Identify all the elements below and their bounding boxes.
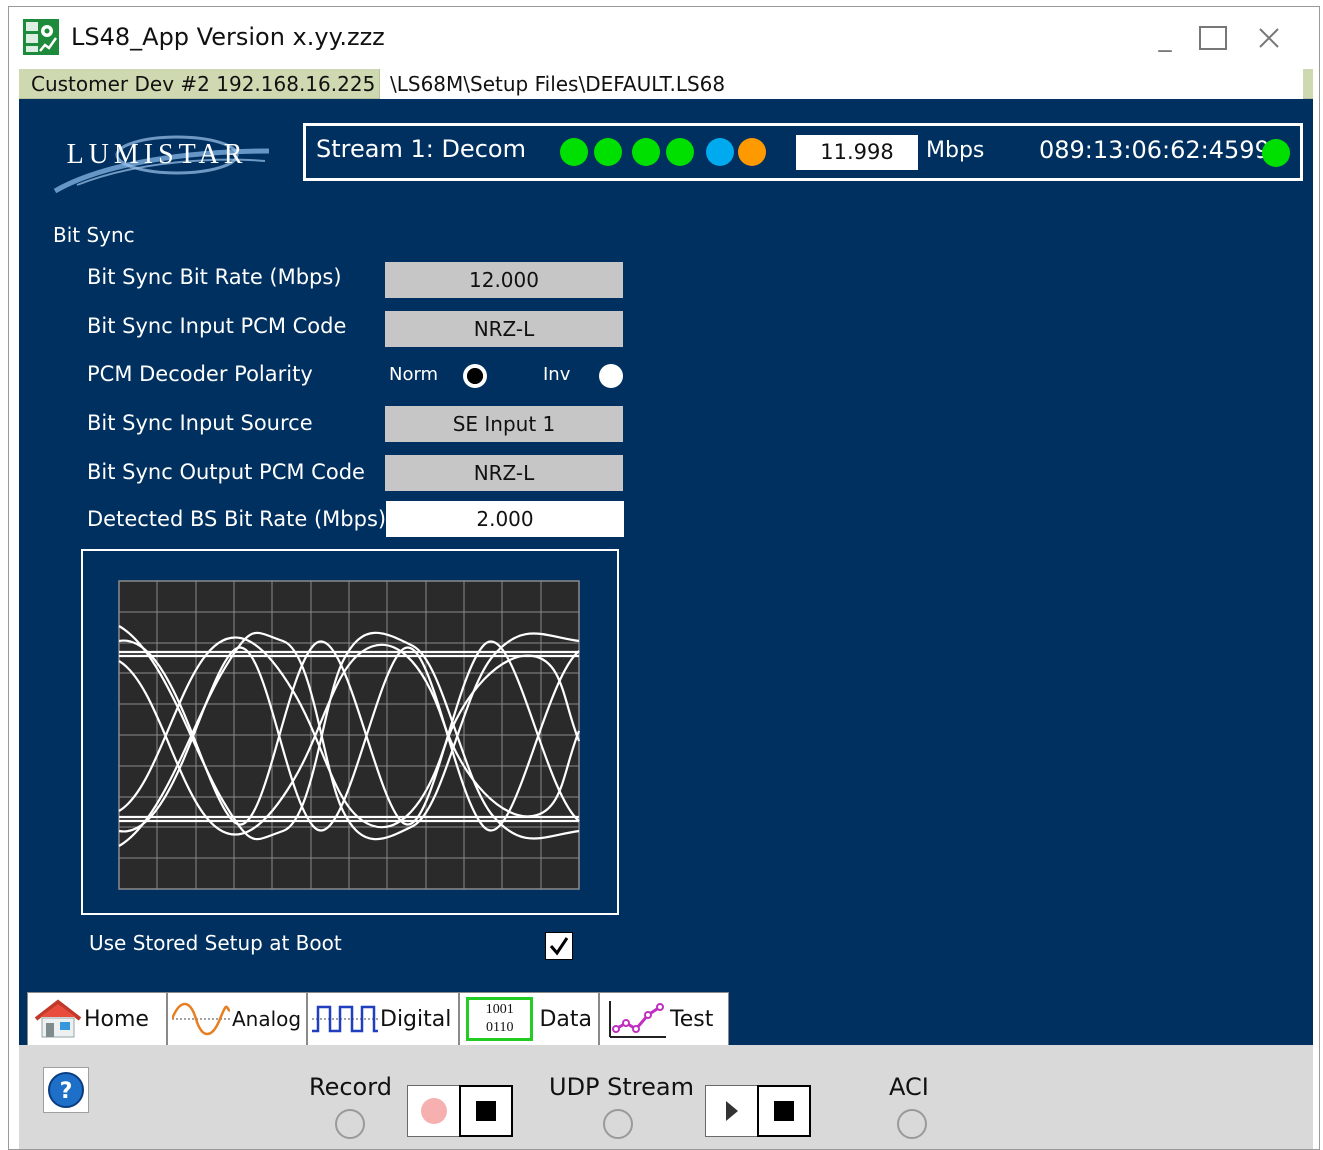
minimize-button[interactable]: _ — [1145, 21, 1185, 55]
time-status-led — [1262, 139, 1290, 167]
setup-file-path[interactable]: \LS68M\Setup Files\DEFAULT.LS68 — [379, 69, 1303, 99]
status-led — [666, 138, 694, 166]
aci-label: ACI — [889, 1073, 929, 1101]
close-button[interactable] — [1249, 21, 1289, 55]
minimize-icon: _ — [1158, 23, 1172, 53]
tab-home[interactable]: Home — [27, 992, 167, 1046]
udp-status-indicator — [603, 1109, 633, 1139]
app-window: LS48_App Version x.yy.zzz _ Customer Dev… — [8, 6, 1320, 1150]
tab-test[interactable]: Test — [599, 992, 729, 1046]
binary-data-icon-top: 1001 — [485, 1002, 514, 1017]
aci-status-indicator — [897, 1109, 927, 1139]
polarity-inv-label: Inv — [543, 364, 571, 385]
window-title: LS48_App Version x.yy.zzz — [71, 23, 385, 51]
status-led — [560, 138, 588, 166]
input-pcm-code-select[interactable]: NRZ-L — [385, 311, 623, 347]
time-readout: 089:13:06:62:45992 — [1039, 136, 1286, 164]
tab-digital[interactable]: Digital — [307, 992, 459, 1046]
help-glyph: ? — [60, 1079, 73, 1104]
udp-stop-button[interactable] — [757, 1085, 811, 1137]
status-led — [632, 138, 660, 166]
maximize-icon — [1199, 26, 1227, 50]
rate-unit-label: Mbps — [926, 138, 985, 163]
section-title: Bit Sync — [53, 223, 135, 247]
tab-test-label: Test — [670, 1006, 714, 1032]
control-bar: ? Record UDP Stream ACI — [19, 1045, 1313, 1149]
square-wave-icon — [312, 1005, 378, 1033]
status-led — [738, 138, 766, 166]
polarity-label: PCM Decoder Polarity — [87, 362, 313, 386]
help-icon: ? — [48, 1072, 84, 1108]
input-source-select[interactable]: SE Input 1 — [385, 406, 623, 442]
device-path-bar: Customer Dev #2 192.168.16.225 \LS68M\Se… — [19, 69, 1313, 99]
udp-play-button[interactable] — [705, 1085, 759, 1137]
detected-bit-rate-label: Detected BS Bit Rate (Mbps) — [87, 507, 387, 531]
line-chart-icon — [609, 1001, 666, 1038]
tab-home-label: Home — [84, 1006, 149, 1032]
input-source-label: Bit Sync Input Source — [87, 411, 313, 435]
maximize-button[interactable] — [1193, 21, 1233, 55]
app-icon — [23, 19, 59, 55]
polarity-norm-radio[interactable] — [463, 364, 487, 388]
input-pcm-code-label: Bit Sync Input PCM Code — [87, 314, 347, 338]
eye-pattern-scope — [118, 580, 581, 890]
bit-rate-label: Bit Sync Bit Rate (Mbps) — [87, 265, 342, 289]
binary-data-icon: 1001 0110 — [466, 997, 534, 1041]
detected-bit-rate-readout: 2.000 — [386, 501, 624, 537]
stream-status-box: Stream 1: Decom 11.998 Mbps 089:13:06:62… — [303, 123, 1303, 181]
setup-file-path-text: \LS68M\Setup Files\DEFAULT.LS68 — [390, 72, 726, 96]
bit-rate-field[interactable]: 12.000 — [385, 262, 623, 298]
lumistar-logo: LUMISTAR — [53, 135, 270, 193]
eye-pattern-display — [81, 549, 619, 915]
record-status-indicator — [335, 1109, 365, 1139]
tab-data-label: Data — [539, 1006, 592, 1032]
stop-icon — [476, 1101, 496, 1121]
tab-digital-label: Digital — [380, 1006, 452, 1032]
main-panel: LUMISTAR Stream 1: Decom 11.998 Mbps 089… — [19, 99, 1313, 1046]
stored-setup-label: Use Stored Setup at Boot — [89, 931, 342, 955]
checkmark-icon — [549, 937, 569, 956]
stop-icon — [774, 1101, 794, 1121]
record-label: Record — [309, 1073, 392, 1101]
polarity-norm-label: Norm — [389, 364, 439, 385]
record-icon — [421, 1098, 447, 1124]
tab-data[interactable]: 1001 0110 Data — [459, 992, 599, 1046]
output-pcm-code-label: Bit Sync Output PCM Code — [87, 460, 365, 484]
help-button[interactable]: ? — [43, 1067, 89, 1113]
stream-label: Stream 1: Decom — [316, 135, 526, 163]
status-led — [594, 138, 622, 166]
binary-data-icon-bottom: 0110 — [485, 1020, 514, 1035]
udp-stream-label: UDP Stream — [549, 1073, 694, 1101]
device-address: Customer Dev #2 192.168.16.225 — [31, 72, 376, 96]
sine-wave-icon — [172, 1002, 230, 1036]
stored-setup-checkbox[interactable] — [545, 932, 573, 960]
stream-rate-readout: 11.998 — [796, 135, 918, 170]
title-bar: LS48_App Version x.yy.zzz _ — [9, 7, 1319, 69]
record-stop-button[interactable] — [459, 1085, 513, 1137]
tab-analog-label: Analog — [232, 1007, 302, 1031]
status-led — [706, 138, 734, 166]
close-icon — [1259, 28, 1279, 48]
play-icon — [726, 1101, 738, 1121]
polarity-inv-radio[interactable] — [599, 364, 623, 388]
tab-analog[interactable]: Analog — [167, 992, 307, 1046]
nav-tabs: Home Analog Digital 1001 0110 Data Test — [27, 992, 729, 1046]
house-icon — [34, 999, 82, 1038]
record-start-button[interactable] — [407, 1085, 461, 1137]
logo-text: LUMISTAR — [67, 139, 248, 170]
output-pcm-code-select[interactable]: NRZ-L — [385, 455, 623, 491]
